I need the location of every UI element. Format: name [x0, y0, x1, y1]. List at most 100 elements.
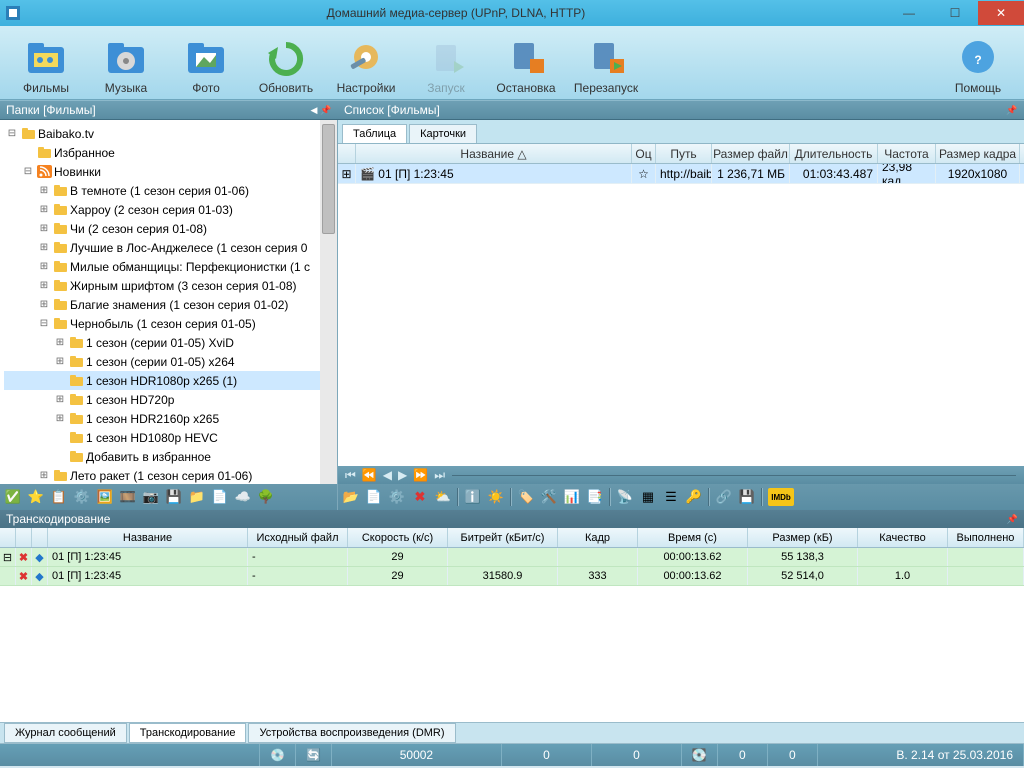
toolbar-settings-button[interactable]: Настройки [326, 31, 406, 95]
window-maximize-button[interactable]: ☐ [932, 1, 978, 25]
tree-expand-icon[interactable]: ⊞ [36, 299, 52, 310]
save-icon[interactable]: 💾 [165, 488, 183, 506]
col-frame[interactable]: Размер кадра [936, 144, 1020, 163]
nav-prev-icon[interactable]: ◀ [383, 468, 392, 482]
window-minimize-button[interactable]: — [886, 1, 932, 25]
grid-icon[interactable]: ▦ [639, 488, 657, 506]
image-icon[interactable]: 🖼️ [96, 488, 114, 506]
imdb-icon[interactable]: IMDb [768, 488, 794, 506]
open-icon[interactable]: 📂 [342, 488, 360, 506]
cast-icon[interactable]: 📡 [616, 488, 634, 506]
tree-item[interactable]: ⊞Лето ракет (1 сезон серия 01-06) [4, 466, 337, 484]
toolbar-films-button[interactable]: Фильмы [6, 31, 86, 95]
tab-table[interactable]: Таблица [342, 124, 407, 143]
list2-icon[interactable]: ☰ [662, 488, 680, 506]
gear-icon[interactable]: ⚙️ [73, 488, 91, 506]
film-icon[interactable]: 🎞️ [119, 488, 137, 506]
info-icon[interactable]: ◆ [32, 567, 48, 585]
tree-item[interactable]: 1 сезон HD1080p HEVC [4, 428, 337, 447]
tab-log[interactable]: Журнал сообщений [4, 723, 127, 743]
tree-expand-icon[interactable]: ⊞ [36, 204, 52, 215]
pane-pin-icon[interactable]: 📌 [1006, 105, 1018, 116]
tree-item[interactable]: ⊟Baibako.tv [4, 124, 337, 143]
tree-expand-icon[interactable]: ⊞ [36, 242, 52, 253]
nav-next-icon[interactable]: ▶ [398, 468, 407, 482]
tree-scrollbar[interactable] [320, 120, 337, 484]
tree-expand-icon[interactable]: ⊞ [36, 223, 52, 234]
window-close-button[interactable]: ✕ [978, 1, 1024, 25]
tree-expand-icon[interactable]: ⊟ [20, 166, 36, 177]
pane-pin-icon[interactable]: 📌 [320, 105, 332, 116]
link-icon[interactable]: 🔗 [715, 488, 733, 506]
star-cell[interactable]: ☆ [632, 164, 656, 183]
col-path[interactable]: Путь [656, 144, 712, 163]
nav-fastback-icon[interactable]: ⏪ [362, 468, 377, 482]
pane-collapse-icon[interactable]: ◀ [308, 105, 320, 116]
tree-item[interactable]: ⊞В темноте (1 сезон серия 01-06) [4, 181, 337, 200]
tree-item[interactable]: ⊞1 сезон HDR2160p x265 [4, 409, 337, 428]
tree-expand-icon[interactable]: ⊞ [52, 356, 68, 367]
delete-icon[interactable]: ✖ [16, 548, 32, 566]
tree-item[interactable]: ⊞Чи (2 сезон серия 01-08) [4, 219, 337, 238]
tree-item[interactable]: Добавить в избранное [4, 447, 337, 466]
tag-icon[interactable]: 🏷️ [517, 488, 535, 506]
tree-item[interactable]: ⊟Новинки [4, 162, 337, 181]
tree-icon[interactable]: 🌳 [257, 488, 275, 506]
col-freq[interactable]: Частота [878, 144, 936, 163]
tree-expand-icon[interactable]: ⊞ [52, 413, 68, 424]
tree-item[interactable]: Избранное [4, 143, 337, 162]
check-icon[interactable]: ✅ [4, 488, 22, 506]
grid-row[interactable]: ⊞ 🎬 01 [П] 1:23:45 ☆ http://baiba 1 236,… [338, 164, 1024, 184]
tab-dmr[interactable]: Устройства воспроизведения (DMR) [248, 723, 455, 743]
tree-item[interactable]: ⊟Чернобыль (1 сезон серия 01-05) [4, 314, 337, 333]
tree-expand-icon[interactable]: ⊟ [36, 318, 52, 329]
tab-transcoding[interactable]: Транскодирование [129, 723, 247, 743]
gear-icon[interactable]: ⚙️ [388, 488, 406, 506]
tree-item[interactable]: ⊞Благие знамения (1 сезон серия 01-02) [4, 295, 337, 314]
photo-icon[interactable]: 📷 [142, 488, 160, 506]
expand-icon[interactable]: ⊞ [338, 164, 356, 183]
tree-expand-icon[interactable]: ⊟ [4, 128, 20, 139]
toolbar-help-button[interactable]: ?Помощь [938, 31, 1018, 95]
save-icon[interactable]: 💾 [738, 488, 756, 506]
tree-expand-icon[interactable]: ⊞ [52, 394, 68, 405]
col-duration[interactable]: Длительность [790, 144, 878, 163]
chart-icon[interactable]: 📊 [563, 488, 581, 506]
delete-icon[interactable]: ✖ [16, 567, 32, 585]
col-name[interactable]: Название △ [356, 144, 632, 163]
tree-expand-icon[interactable]: ⊞ [52, 337, 68, 348]
tree-item[interactable]: ⊞1 сезон (серии 01-05) XviD [4, 333, 337, 352]
tree-item[interactable]: ⊞1 сезон HD720p [4, 390, 337, 409]
transcoding-row[interactable]: ✖◆01 [П] 1:23:45-2931580.933300:00:13.62… [0, 567, 1024, 586]
toolbar-restart-button[interactable]: Перезапуск [566, 31, 646, 95]
tree-expand-icon[interactable]: ⊞ [36, 280, 52, 291]
doc-icon[interactable]: 📄 [211, 488, 229, 506]
key-icon[interactable]: 🔑 [685, 488, 703, 506]
star-icon[interactable]: ⭐ [27, 488, 45, 506]
transcoding-row[interactable]: ⊟✖◆01 [П] 1:23:45-2900:00:13.6255 138,3 [0, 548, 1024, 567]
pane-pin-icon[interactable]: 📌 [1007, 514, 1018, 525]
tree-item[interactable]: ⊞Лучшие в Лос-Анджелесе (1 сезон серия 0 [4, 238, 337, 257]
col-rating[interactable]: Оц [632, 144, 656, 163]
nav-fastfwd-icon[interactable]: ⏩ [413, 468, 428, 482]
col-size[interactable]: Размер файл [712, 144, 790, 163]
tree-expand-icon[interactable]: ⊞ [36, 470, 52, 481]
nav-last-icon[interactable]: ⏭ [434, 468, 445, 483]
delete-icon[interactable]: ✖ [411, 488, 429, 506]
toolbar-photo-button[interactable]: Фото [166, 31, 246, 95]
tools-icon[interactable]: 🛠️ [540, 488, 558, 506]
expand-col[interactable] [338, 144, 356, 163]
copy-icon[interactable]: 📑 [586, 488, 604, 506]
list-icon[interactable]: 📋 [50, 488, 68, 506]
toolbar-music-button[interactable]: Музыка [86, 31, 166, 95]
folder-icon[interactable]: 📁 [188, 488, 206, 506]
tree-item[interactable]: ⊞Жирным шрифтом (3 сезон серия 01-08) [4, 276, 337, 295]
tree-expand-icon[interactable]: ⊞ [36, 185, 52, 196]
tree-item[interactable]: ⊞Милые обманщицы: Перфекционистки (1 с [4, 257, 337, 276]
toolbar-stop-button[interactable]: Остановка [486, 31, 566, 95]
sun-icon[interactable]: ☀️ [487, 488, 505, 506]
info-icon[interactable]: ℹ️ [464, 488, 482, 506]
nav-first-icon[interactable]: ⏮ [345, 468, 356, 483]
tree-item[interactable]: ⊞Харроу (2 сезон серия 01-03) [4, 200, 337, 219]
toolbar-refresh-button[interactable]: Обновить [246, 31, 326, 95]
